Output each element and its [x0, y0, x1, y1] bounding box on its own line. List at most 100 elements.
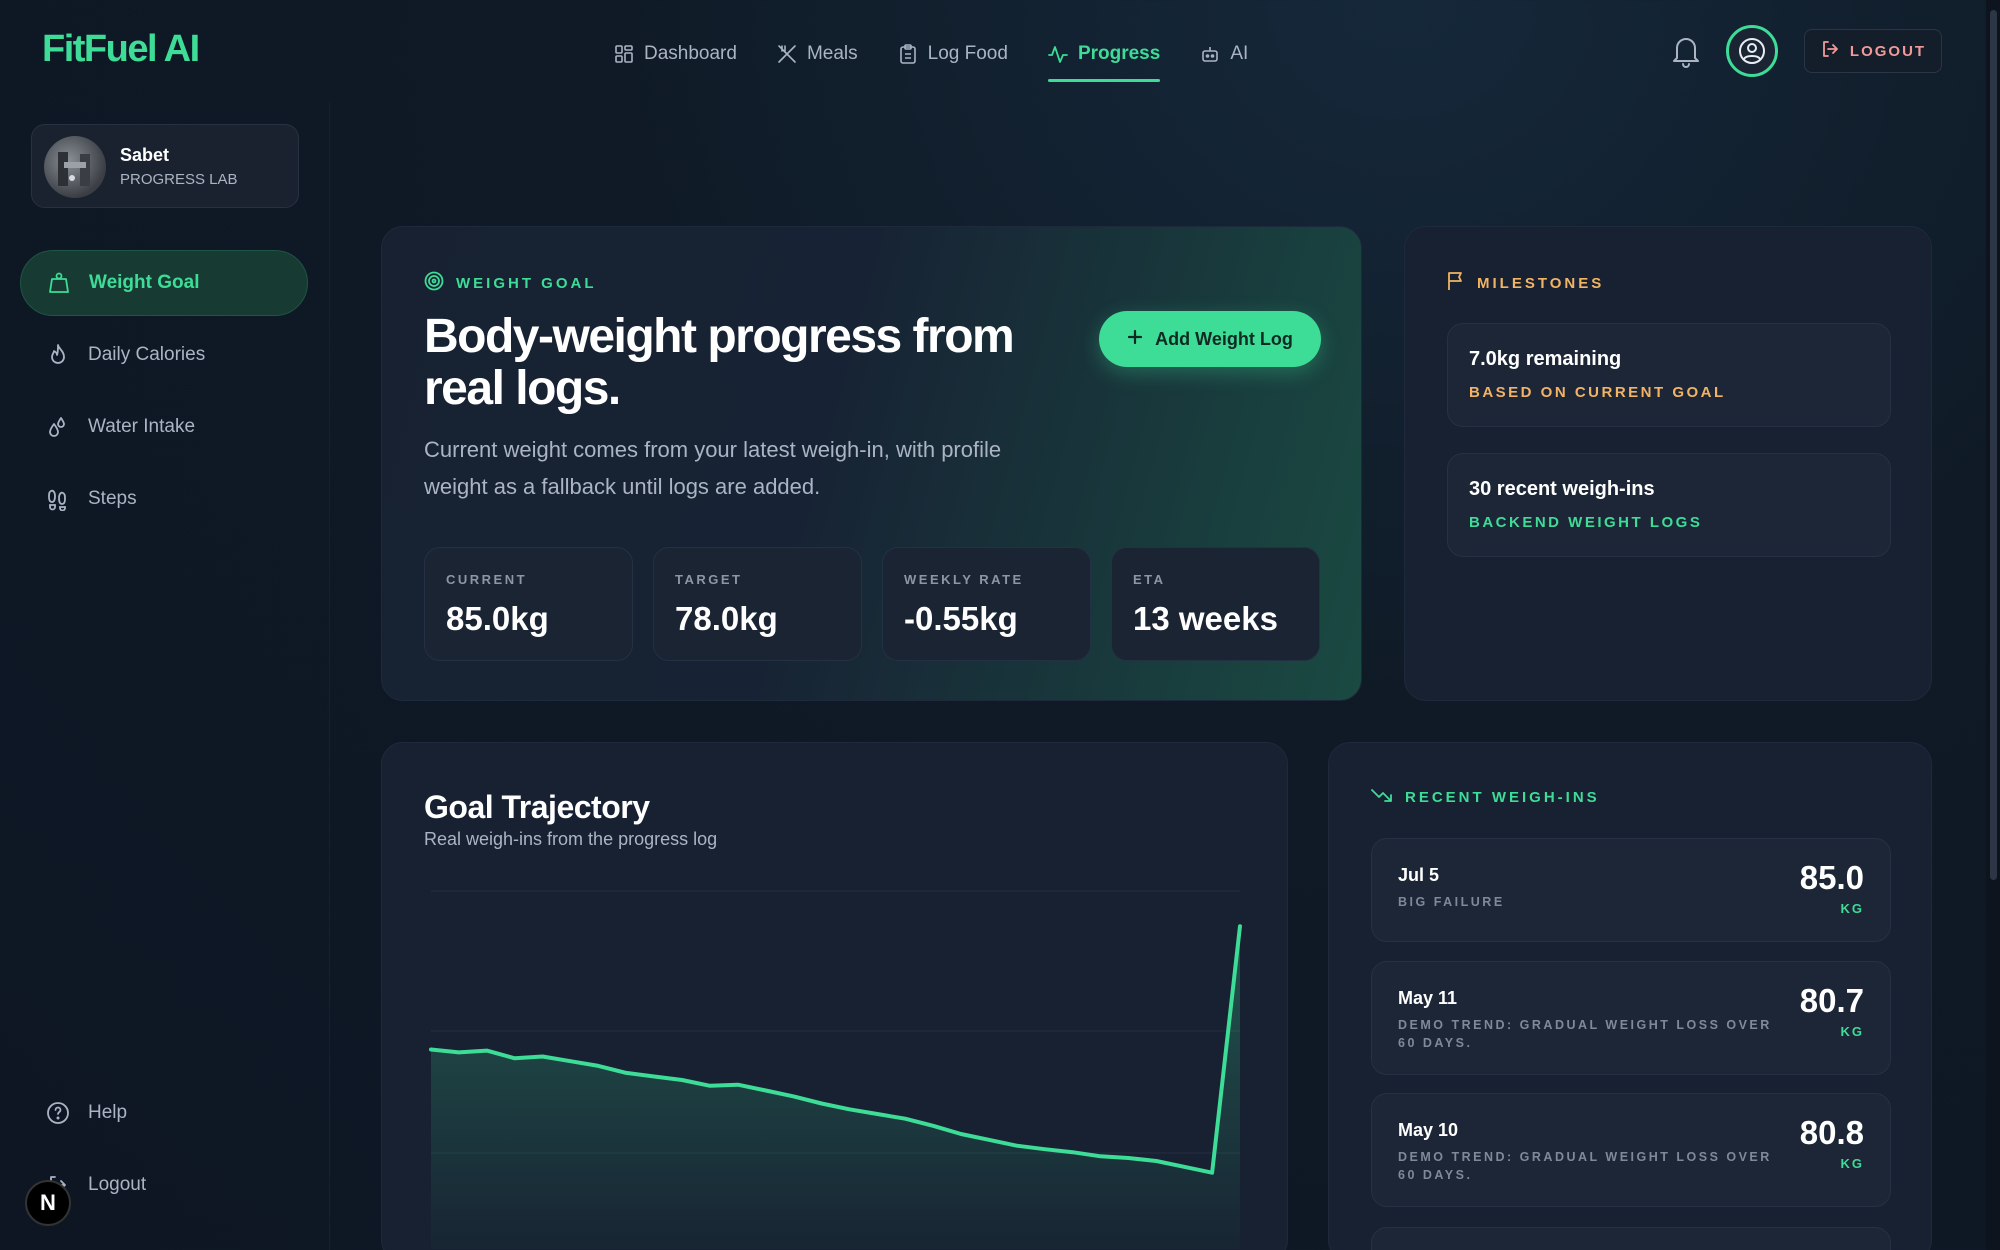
user-avatar-button[interactable] [1726, 25, 1778, 77]
nav-label: Dashboard [644, 43, 737, 64]
weigh-in-unit: KG [1840, 1024, 1864, 1039]
stat-target: TARGET 78.0kg [653, 547, 862, 661]
target-icon [424, 271, 444, 295]
utensils-icon [777, 44, 797, 64]
stat-label: TARGET [675, 572, 743, 587]
milestone-title: 7.0kg remaining [1469, 348, 1622, 370]
stat-value: -0.55kg [904, 600, 1018, 637]
eyebrow-label: MILESTONES [1477, 274, 1605, 292]
sidebar-item-label: Daily Calories [88, 344, 206, 365]
grid-icon [614, 44, 634, 64]
profile-name: Sabet [120, 145, 170, 165]
add-weight-log-button[interactable]: Add Weight Log [1099, 311, 1321, 367]
stat-eta: ETA 13 weeks [1111, 547, 1320, 661]
logout-button[interactable]: LOGOUT [1804, 29, 1942, 73]
milestones-card: MILESTONES 7.0kg remaining BASED ON CURR… [1404, 226, 1932, 701]
help-icon [46, 1101, 70, 1125]
recent-eyebrow: RECENT WEIGH-INS [1371, 787, 1600, 807]
logout-icon [1820, 39, 1840, 63]
main-nav: Dashboard Meals Log Food Progress AI [614, 34, 1288, 82]
nav-label: Log Food [927, 43, 1008, 64]
weigh-in-value: 80.7 [1799, 982, 1864, 1019]
recent-weigh-ins-card: RECENT WEIGH-INS Jul 5 BIG FAILURE 85.0 … [1328, 742, 1932, 1250]
weigh-in-date: Jul 5 [1398, 865, 1440, 885]
weigh-in-date: May 10 [1398, 1120, 1459, 1140]
plus-icon [1127, 329, 1143, 350]
sidebar-item-steps[interactable]: Steps [20, 466, 308, 532]
weigh-in-unit: KG [1840, 1156, 1864, 1171]
milestones-eyebrow: MILESTONES [1447, 271, 1604, 295]
stat-value: 13 weeks [1133, 600, 1278, 637]
sidebar: Sabet PROGRESS LAB Weight Goal Daily Cal… [0, 102, 330, 1250]
activity-icon [1048, 44, 1068, 64]
scale-icon [47, 271, 71, 295]
trending-down-icon [1371, 787, 1393, 807]
goal-trajectory-card: Goal Trajectory Real weigh-ins from the … [381, 742, 1288, 1250]
milestone-subtitle: BACKEND WEIGHT LOGS [1469, 514, 1703, 531]
top-bar: FitFuel AI Dashboard Meals Log Food Prog… [0, 0, 1984, 102]
profile-subtitle: PROGRESS LAB [120, 171, 238, 188]
weigh-in-item[interactable]: Jul 5 BIG FAILURE 85.0 KG [1371, 838, 1891, 942]
weigh-in-note: DEMO TREND: GRADUAL WEIGHT LOSS OVER 60 … [1398, 1150, 1772, 1182]
eyebrow-label: RECENT WEIGH-INS [1405, 788, 1600, 806]
sidebar-item-weight-goal[interactable]: Weight Goal [20, 250, 308, 316]
weigh-in-date: May 11 [1398, 988, 1458, 1008]
nav-label: Progress [1077, 43, 1161, 64]
hero-description: Current weight comes from your latest we… [424, 437, 1002, 499]
stat-label: WEEKLY RATE [904, 572, 1024, 587]
sidebar-logout-label: Logout [88, 1174, 147, 1195]
flame-icon [46, 343, 70, 367]
bot-icon [1200, 44, 1220, 64]
avatar [44, 136, 106, 198]
sidebar-item-label: Weight Goal [89, 272, 200, 293]
weigh-in-note: BIG FAILURE [1398, 895, 1505, 909]
sidebar-help[interactable]: Help [20, 1080, 308, 1146]
logout-label: LOGOUT [1849, 42, 1927, 60]
weigh-in-item[interactable] [1371, 1227, 1891, 1250]
sidebar-item-label: Water Intake [88, 416, 196, 437]
nav-dashboard[interactable]: Dashboard [614, 34, 737, 74]
nav-label: AI [1230, 43, 1249, 64]
sidebar-item-daily-calories[interactable]: Daily Calories [20, 322, 308, 388]
nav-ai[interactable]: AI [1200, 34, 1248, 74]
milestone-subtitle: BASED ON CURRENT GOAL [1469, 384, 1726, 401]
profile-card[interactable]: Sabet PROGRESS LAB [31, 124, 299, 208]
nav-log-food[interactable]: Log Food [898, 34, 1008, 74]
stat-label: ETA [1133, 572, 1166, 587]
sidebar-item-label: Steps [88, 488, 137, 509]
weigh-in-item[interactable]: May 11 DEMO TREND: GRADUAL WEIGHT LOSS O… [1371, 961, 1891, 1075]
milestone-item: 30 recent weigh-ins BACKEND WEIGHT LOGS [1447, 453, 1891, 557]
weigh-in-item[interactable]: May 10 DEMO TREND: GRADUAL WEIGHT LOSS O… [1371, 1093, 1891, 1207]
weigh-in-value: 85.0 [1799, 859, 1864, 896]
droplets-icon [46, 415, 70, 439]
stat-weekly-rate: WEEKLY RATE -0.55kg [882, 547, 1091, 661]
milestone-item: 7.0kg remaining BASED ON CURRENT GOAL [1447, 323, 1891, 427]
weigh-in-note: DEMO TREND: GRADUAL WEIGHT LOSS OVER 60 … [1398, 1018, 1772, 1050]
nav-progress[interactable]: Progress [1047, 34, 1161, 82]
app-logo[interactable]: FitFuel AI [42, 28, 200, 71]
milestone-title: 30 recent weigh-ins [1469, 478, 1655, 500]
stat-label: CURRENT [446, 572, 528, 587]
footprints-icon [46, 487, 70, 511]
dev-badge[interactable]: N [25, 1180, 71, 1226]
page-title: Body-weight progress from real logs. [424, 310, 1015, 415]
weight-goal-card: WEIGHT GOAL Body-weight progress from re… [381, 226, 1362, 701]
scroll-thumb[interactable] [1990, 10, 1997, 880]
bell-icon[interactable] [1670, 34, 1702, 68]
stat-value: 85.0kg [446, 600, 549, 637]
flag-icon [1447, 271, 1465, 295]
trajectory-chart[interactable] [382, 743, 1287, 1249]
add-weight-log-label: Add Weight Log [1155, 328, 1293, 349]
chart-area-fill [431, 926, 1240, 1249]
nav-meals[interactable]: Meals [777, 34, 858, 74]
stat-current: CURRENT 85.0kg [424, 547, 633, 661]
clipboard-icon [898, 44, 918, 64]
weigh-in-unit: KG [1840, 901, 1864, 916]
nav-label: Meals [806, 43, 858, 64]
page-scrollbar[interactable] [1986, 0, 2000, 1250]
sidebar-item-water-intake[interactable]: Water Intake [20, 394, 308, 460]
sidebar-help-label: Help [88, 1102, 128, 1123]
stat-value: 78.0kg [675, 600, 778, 637]
weigh-in-value: 80.8 [1799, 1114, 1864, 1151]
weight-goal-eyebrow: WEIGHT GOAL [424, 271, 597, 295]
